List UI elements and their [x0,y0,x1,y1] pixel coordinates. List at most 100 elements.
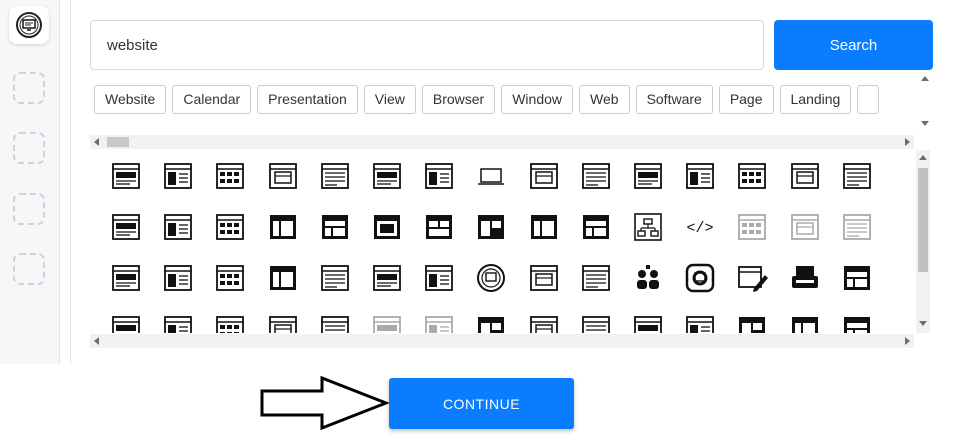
faded-page-icon[interactable] [413,313,465,333]
sidebar-layout-icon[interactable] [413,211,465,263]
portfolio-icon[interactable] [413,262,465,314]
circles-grid-icon[interactable] [204,262,256,314]
app-logo[interactable] [9,6,49,44]
home-page-icon[interactable] [309,160,361,212]
sitemap-icon[interactable] [622,211,674,263]
scroll-thumb[interactable] [918,168,928,272]
dark-window-alt-icon[interactable] [779,313,831,333]
image-page-icon-glyph [790,163,819,189]
edit-page-icon[interactable] [726,262,778,314]
document-browser-icon[interactable] [361,160,413,212]
control-panel-icon[interactable] [361,262,413,314]
anchor-page-icon[interactable] [204,160,256,212]
search-button[interactable]: Search [774,20,933,70]
list-window-icon[interactable] [100,262,152,314]
split-page-icon-glyph [164,214,193,240]
tag-website[interactable]: Website [94,85,167,114]
scroll-up-icon[interactable] [921,76,929,81]
box-window-icon[interactable] [674,160,726,212]
website-layout-icon[interactable] [100,313,152,333]
half-split-icon[interactable] [570,211,622,263]
svg-text:</>: </> [687,220,714,237]
empty-slot[interactable] [13,193,45,225]
browser-bookmark-icon[interactable] [152,160,204,212]
scroll-down-icon[interactable] [921,121,929,126]
text-page-icon[interactable] [831,160,883,212]
scroll-thumb[interactable] [107,137,129,147]
tag-calendar[interactable]: Calendar [172,85,252,114]
tag-view[interactable]: View [363,85,416,114]
article-page-icon[interactable] [100,211,152,263]
tags-scrollbar[interactable] [918,72,932,130]
table-window-icon[interactable] [204,211,256,263]
tag-page[interactable]: Page [718,85,774,114]
image-window-icon[interactable] [622,313,674,333]
typewriter-icon[interactable] [779,262,831,314]
dark-frame-icon[interactable] [831,313,883,333]
horizontal-scrollbar-top[interactable] [90,135,914,149]
scroll-left-icon[interactable] [94,138,99,146]
continue-button[interactable]: CONTINUE [389,378,574,429]
page-frame-icon[interactable] [570,160,622,212]
four-panel-icon[interactable] [361,211,413,263]
stacked-windows-icon[interactable] [257,262,309,314]
settings-badge-icon-glyph [685,263,715,293]
settings-window-icon[interactable] [779,211,831,263]
monitor-network-icon[interactable] [518,262,570,314]
laptop-icon[interactable] [465,160,517,212]
tag-overflow[interactable] [857,85,880,114]
tag-window[interactable]: Window [501,85,574,114]
scroll-right-icon[interactable] [905,337,910,345]
dark-panel-icon[interactable] [831,262,883,314]
tag-software[interactable]: Software [635,85,713,114]
empty-slot[interactable] [13,253,45,285]
image-page-icon[interactable] [779,160,831,212]
scroll-right-icon[interactable] [905,138,910,146]
search-input[interactable] [90,20,764,70]
wide-page-icon[interactable] [152,313,204,333]
building-icon[interactable] [309,313,361,333]
empty-slot[interactable] [13,72,45,104]
tag-browser[interactable]: Browser [421,85,496,114]
music-page-icon[interactable] [726,160,778,212]
code-icon[interactable]: </> [674,211,726,263]
outline-window-icon[interactable] [361,313,413,333]
scroll-up-icon[interactable] [919,155,927,160]
columns-window-icon[interactable] [674,313,726,333]
video-gallery-icon[interactable] [152,262,204,314]
people-network-icon[interactable] [622,262,674,314]
news-page-icon[interactable] [413,160,465,212]
tag-landing[interactable]: Landing [779,85,852,114]
dark-window-icon[interactable] [518,211,570,263]
grid-layout-icon[interactable] [309,211,361,263]
dark-layout-icon[interactable] [726,313,778,333]
empty-slot[interactable] [13,132,45,164]
horizontal-scrollbar-bottom[interactable] [90,334,914,348]
split-page-icon[interactable] [152,211,204,263]
text-lines-icon[interactable] [204,313,256,333]
anchor-monitor-icon[interactable] [309,262,361,314]
list-page-icon[interactable] [622,160,674,212]
app-root: Search WebsiteCalendarPresentationViewBr… [0,0,955,439]
vertical-scrollbar[interactable] [916,150,930,333]
website-sidebar-icon[interactable] [100,160,152,212]
document-lines-icon[interactable] [257,313,309,333]
tag-presentation[interactable]: Presentation [257,85,358,114]
video-player-icon[interactable] [257,211,309,263]
wireframe-icon[interactable] [570,262,622,314]
browser-window-icon[interactable] [257,160,309,212]
settings-badge-icon[interactable] [674,262,726,314]
scroll-left-icon[interactable] [94,337,99,345]
video-outline-icon[interactable] [726,211,778,263]
page-frame-icon-glyph [581,163,610,189]
heart-window-icon[interactable] [831,211,883,263]
profile-page-icon[interactable] [570,313,622,333]
double-window-icon[interactable] [518,313,570,333]
tag-web[interactable]: Web [579,85,630,114]
image-window-icon-glyph [634,316,662,333]
layout-grid-icon[interactable] [518,160,570,212]
dark-browser-icon[interactable] [465,313,517,333]
three-column-icon[interactable] [465,211,517,263]
scroll-down-icon[interactable] [919,321,927,326]
globe-badge-icon[interactable] [465,262,517,314]
